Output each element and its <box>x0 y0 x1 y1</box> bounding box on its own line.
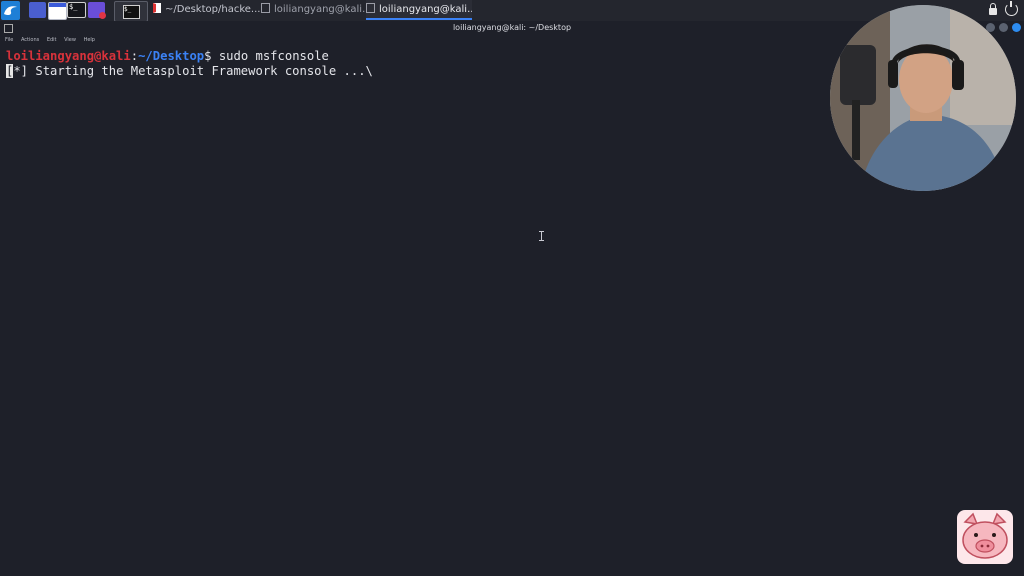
taskbar: $_ $_ ~/Desktop/hacke... loiliangyang@ka… <box>0 0 1024 22</box>
prompt-user-host: loiliangyang@kali <box>6 49 131 63</box>
menu-edit[interactable]: Edit <box>47 37 57 43</box>
prompt-path: ~/Desktop <box>138 49 205 63</box>
active-window-terminal-icon[interactable]: $_ <box>114 1 148 22</box>
file-icon <box>153 3 161 13</box>
terminal-icon <box>366 3 375 13</box>
webcam-presenter-image <box>830 5 1016 191</box>
desktop-switcher-icon[interactable] <box>29 2 46 18</box>
kali-dragon-icon[interactable] <box>1 1 20 20</box>
taskbar-tab-label: ~/Desktop/hacke... <box>165 4 261 15</box>
close-button[interactable] <box>1012 23 1021 32</box>
command-text: sudo msfconsole <box>211 49 329 63</box>
lock-icon[interactable] <box>988 3 998 15</box>
power-icon[interactable] <box>1005 1 1018 16</box>
status-text: *] Starting the Metasploit Framework con… <box>13 64 373 78</box>
window-title: loiliangyang@kali: ~/Desktop <box>452 23 572 32</box>
file-manager-icon[interactable] <box>48 2 67 20</box>
taskbar-tab-desktop-hacke[interactable]: ~/Desktop/hacke... <box>153 0 261 20</box>
maximize-button[interactable] <box>999 23 1008 32</box>
terminal-icon <box>261 3 270 13</box>
menu-file[interactable]: File <box>5 37 13 43</box>
prompt-line: loiliangyang@kali:~/Desktop$ sudo msfcon… <box>6 49 329 64</box>
webcam-overlay <box>830 5 1016 191</box>
terminal-icon[interactable]: $_ <box>67 2 86 18</box>
prompt-colon: : <box>130 49 139 63</box>
taskbar-tab-terminal-1[interactable]: loiliangyang@kali... <box>261 0 365 20</box>
taskbar-tab-terminal-2-active[interactable]: loiliangyang@kali... <box>366 0 472 20</box>
window-icon <box>4 24 13 33</box>
status-line: [*] Starting the Metasploit Framework co… <box>6 64 373 79</box>
taskbar-tab-label: loiliangyang@kali... <box>274 4 365 15</box>
menu-actions[interactable]: Actions <box>21 37 39 43</box>
terminal-icon: $_ <box>123 5 140 19</box>
pig-face-icon <box>962 512 1008 559</box>
ibeam-cursor-icon <box>538 231 545 241</box>
menu-view[interactable]: View <box>64 37 76 43</box>
menu-help[interactable]: Help <box>84 37 95 43</box>
pig-logo <box>957 510 1013 564</box>
screen-recorder-icon[interactable] <box>88 2 106 19</box>
taskbar-tab-label: loiliangyang@kali... <box>379 4 472 15</box>
